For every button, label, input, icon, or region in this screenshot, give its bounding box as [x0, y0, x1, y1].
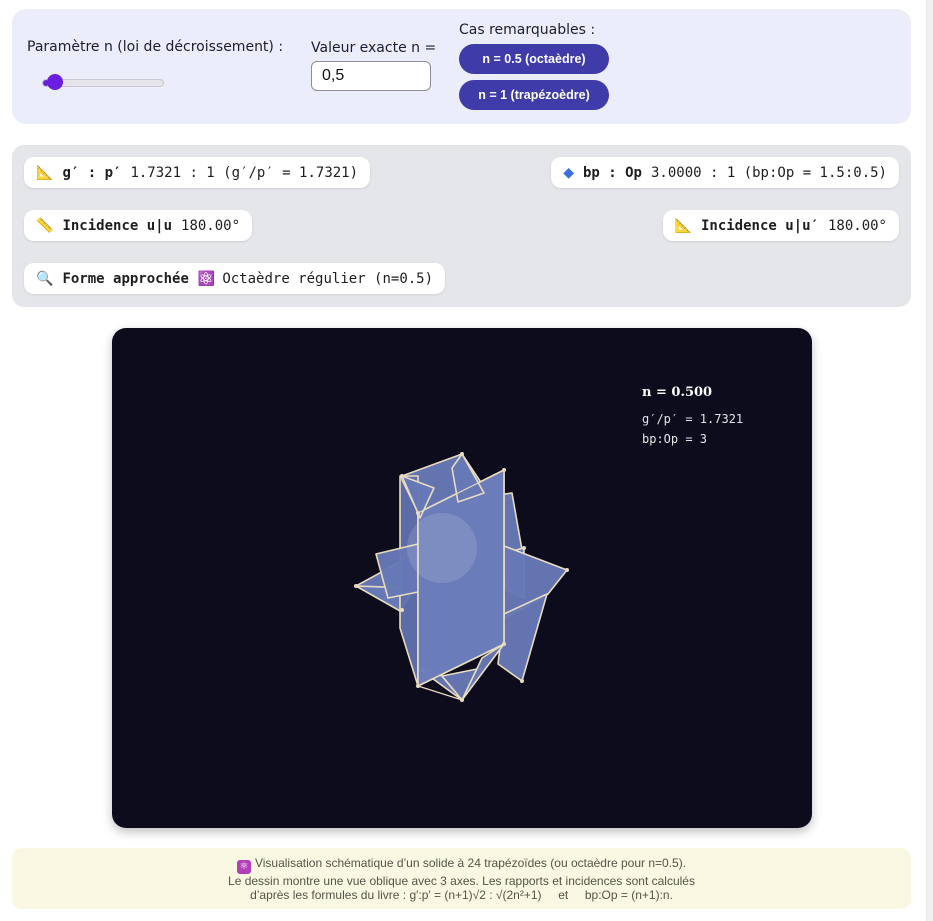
vertex: [400, 608, 404, 612]
incidence-uu-value: 180.00°: [181, 217, 241, 234]
note-line-3: d’après les formules du livre : g′:p′ = …: [250, 887, 673, 902]
overlay-bp-ratio: bp:Op = 3: [642, 432, 708, 446]
octahedron-case-button[interactable]: n = 0.5 (octaèdre): [459, 44, 609, 74]
param-label: Paramètre n (loi de décroissement) :: [27, 39, 284, 55]
vertex: [522, 546, 526, 550]
form-value: Octaèdre régulier (n=0.5): [222, 270, 434, 287]
solid-drawing: [354, 452, 569, 702]
trapezohedron-case-button[interactable]: n = 1 (trapézoèdre): [459, 80, 609, 110]
incidence-uu-label: Incidence u|u: [62, 217, 173, 234]
face-highlight: [407, 513, 477, 583]
triangle-ruler-icon: 📐: [674, 217, 692, 234]
explanation-note: ⚛ Visualisation schématique d’un solide à…: [12, 848, 911, 909]
note-line-1: ⚛ Visualisation schématique d’un solide à…: [12, 856, 911, 874]
n-slider[interactable]: [42, 74, 164, 90]
gp-label: g′ : p′: [62, 164, 122, 181]
exact-value-label: Valeur exacte n =: [311, 40, 437, 56]
incidence-uu-pill: 📏 Incidence u|u 180.00°: [24, 210, 253, 241]
results-panel: 📐 g′ : p′ 1.7321 : 1 (g′/p′ = 1.7321) ◆ …: [12, 145, 911, 307]
incidence-uup-label: Incidence u|u′: [700, 217, 819, 234]
atom-icon: ⚛️: [197, 270, 216, 287]
bp-label: bp : Op: [582, 164, 642, 181]
slider-thumb[interactable]: [47, 74, 63, 90]
face-top-right: [451, 453, 485, 503]
overlay-n-value: n = 0.500: [642, 385, 713, 400]
straight-ruler-icon: 📏: [36, 217, 54, 234]
vertex: [565, 568, 569, 572]
vertex: [460, 698, 464, 702]
controls-panel: Paramètre n (loi de décroissement) : Val…: [12, 9, 911, 124]
bp-value: 3.0000 : 1 (bp:Op = 1.5:0.5): [650, 164, 887, 181]
vertex: [416, 511, 420, 515]
gp-value: 1.7321 : 1 (g′/p′ = 1.7321): [130, 164, 359, 181]
vertex: [460, 452, 464, 456]
form-pill: 🔍 Forme approchée ⚛️ Octaèdre régulier (…: [24, 263, 446, 294]
note-line-2: Le dessin montre une vue oblique avec 3 …: [228, 873, 695, 888]
gp-ratio-pill: 📐 g′ : p′ 1.7321 : 1 (g′/p′ = 1.7321): [24, 157, 371, 188]
bp-ratio-pill: ◆ bp : Op 3.0000 : 1 (bp:Op = 1.5:0.5): [551, 157, 899, 188]
vertex: [520, 679, 524, 683]
incidence-uup-pill: 📐 Incidence u|u′ 180.00°: [662, 210, 899, 241]
incidence-uup-value: 180.00°: [827, 217, 887, 234]
blue-diamond-icon: ◆: [563, 164, 574, 181]
cases-label: Cas remarquables :: [459, 22, 596, 38]
vertex: [354, 584, 358, 588]
page-scrollbar[interactable]: [926, 0, 933, 921]
vertex: [416, 684, 420, 688]
triangle-ruler-icon: 📐: [36, 164, 54, 181]
vertex: [502, 468, 506, 472]
overlay-gp-ratio: g′/p′ = 1.7321: [642, 412, 744, 426]
exact-value-input[interactable]: [311, 61, 431, 91]
form-label: Forme approchée: [62, 270, 189, 287]
atom-icon: ⚛: [236, 859, 251, 874]
vertex: [400, 474, 404, 478]
magnifier-icon: 🔍: [36, 270, 54, 287]
note-text-1: Visualisation schématique d’un solide à …: [254, 855, 687, 870]
vertex: [502, 642, 506, 646]
solid-canvas[interactable]: n = 0.500 g′/p′ = 1.7321 bp:Op = 3: [112, 328, 812, 828]
